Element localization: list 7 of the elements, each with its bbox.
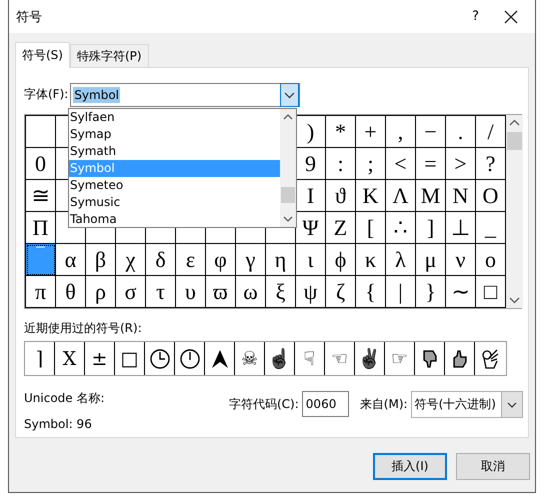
unicode-name-label: Unicode 名称:	[24, 390, 106, 407]
recent-symbols-label: 近期使用过的符号(R):	[24, 320, 143, 337]
window-title: 符号	[16, 8, 42, 26]
font-label: 字体(F):	[24, 86, 68, 103]
char-code-label: 字符代码(C):	[229, 396, 299, 412]
unicode-name-value: Symbol: 96	[24, 417, 93, 431]
from-label: 来自(M):	[360, 396, 408, 412]
